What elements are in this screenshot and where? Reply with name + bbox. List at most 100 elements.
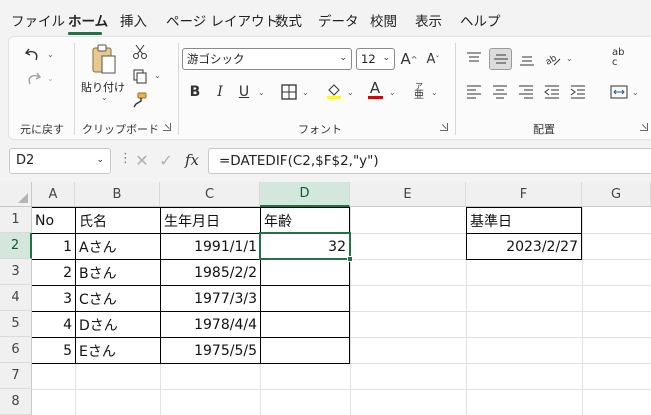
align-top-icon[interactable]	[464, 49, 484, 69]
column-header-c[interactable]: C	[160, 182, 260, 207]
format-painter-icon[interactable]	[131, 91, 149, 109]
enter-formula-icon[interactable]: ✓	[157, 151, 175, 170]
underline-dropdown-icon[interactable]: ⌄	[258, 88, 265, 97]
tab-review[interactable]: 校閲	[370, 10, 397, 30]
decrease-indent-icon[interactable]	[542, 82, 562, 102]
table-border	[581, 207, 582, 260]
row-header-6[interactable]: 6	[0, 337, 32, 363]
cell-a1[interactable]: No	[32, 208, 75, 233]
column-header-f[interactable]: F	[466, 182, 582, 207]
formula-input[interactable]: =DATEDIF(C2,$F$2,"y")	[208, 148, 651, 174]
cell-b1[interactable]: 氏名	[76, 208, 160, 233]
row-header-8[interactable]: 8	[0, 389, 32, 415]
align-right-icon[interactable]	[516, 82, 536, 102]
more-options-icon[interactable]: ⋮	[119, 151, 132, 166]
decrease-font-size-icon[interactable]: Aˇ	[423, 49, 443, 69]
tab-home[interactable]: ホーム	[68, 10, 108, 30]
undo-dropdown-icon[interactable]: ⌄	[47, 50, 54, 59]
cell-c3[interactable]: 1985/2/2	[161, 260, 260, 285]
svg-text:ab: ab	[544, 53, 559, 67]
redo-icon[interactable]	[23, 69, 43, 89]
align-left-icon[interactable]	[464, 82, 484, 102]
active-tab-indicator	[68, 32, 102, 35]
cell-b3[interactable]: Bさん	[76, 260, 160, 285]
fill-handle[interactable]	[347, 256, 353, 262]
insert-function-icon[interactable]: fx	[181, 150, 203, 170]
tab-help[interactable]: ヘルプ	[460, 10, 501, 30]
paste-icon[interactable]	[89, 43, 119, 77]
alignment-launcher-icon[interactable]	[640, 123, 648, 131]
column-header-d[interactable]: D	[260, 182, 350, 207]
cell-b4[interactable]: Cさん	[76, 286, 160, 311]
cell-b2[interactable]: Aさん	[76, 234, 160, 259]
row-header-4[interactable]: 4	[0, 285, 32, 311]
tab-view[interactable]: 表示	[415, 10, 442, 30]
cell-b6[interactable]: Eさん	[76, 338, 160, 363]
font-color-dropdown-icon[interactable]: ⌄	[389, 88, 396, 97]
wrap-text-icon[interactable]: ab c	[609, 45, 631, 71]
underline-button[interactable]: U	[235, 82, 253, 102]
tab-insert[interactable]: 挿入	[120, 10, 147, 30]
column-header-g[interactable]: G	[582, 182, 651, 207]
cell-a5[interactable]: 4	[32, 312, 75, 337]
undo-group-label: 元に戻す	[20, 123, 64, 136]
cancel-formula-icon[interactable]: ✕	[133, 151, 151, 170]
redo-dropdown-icon[interactable]: ⌄	[47, 74, 54, 83]
copy-icon[interactable]	[131, 67, 149, 85]
cell-c6[interactable]: 1975/5/5	[161, 338, 260, 363]
tab-formulas[interactable]: 数式	[275, 10, 302, 30]
cell-c2[interactable]: 1991/1/1	[161, 234, 260, 259]
name-box[interactable]: D2 ⌄	[9, 148, 111, 174]
cell-d1[interactable]: 年齢	[261, 208, 349, 233]
italic-button[interactable]: I	[211, 82, 229, 102]
row-header-2[interactable]: 2	[0, 233, 32, 259]
font-group-label: フォント	[298, 123, 342, 136]
cell-a4[interactable]: 3	[32, 286, 75, 311]
column-header-b[interactable]: B	[75, 182, 160, 207]
fill-color-dropdown-icon[interactable]: ⌄	[347, 88, 354, 97]
select-all-corner[interactable]	[0, 182, 32, 207]
cell-a3[interactable]: 2	[32, 260, 75, 285]
cell-c5[interactable]: 1978/4/4	[161, 312, 260, 337]
font-launcher-icon[interactable]	[440, 123, 448, 131]
align-bottom-icon[interactable]	[517, 49, 537, 69]
borders-icon[interactable]	[280, 83, 298, 101]
undo-icon[interactable]	[23, 45, 43, 65]
font-name-select[interactable]: 游ゴシック ⌄	[182, 48, 352, 70]
merge-center-icon[interactable]	[609, 82, 629, 102]
column-header-a[interactable]: A	[32, 182, 75, 207]
clipboard-launcher-icon[interactable]	[163, 123, 171, 131]
row-header-7[interactable]: 7	[0, 363, 32, 389]
tab-page-layout[interactable]: ページ レイアウト	[166, 10, 278, 30]
cell-a6[interactable]: 5	[32, 338, 75, 363]
cell-f2[interactable]: 2023/2/27	[467, 234, 581, 259]
row-header-3[interactable]: 3	[0, 259, 32, 285]
cell-c4[interactable]: 1977/3/3	[161, 286, 260, 311]
align-middle-icon[interactable]	[489, 48, 512, 70]
tab-data[interactable]: データ	[318, 10, 359, 30]
borders-dropdown-icon[interactable]: ⌄	[302, 88, 309, 97]
cut-icon[interactable]	[131, 43, 149, 61]
tab-file[interactable]: ファイル	[11, 10, 65, 30]
cell-b5[interactable]: Dさん	[76, 312, 160, 337]
increase-indent-icon[interactable]	[568, 82, 588, 102]
column-header-e[interactable]: E	[350, 182, 466, 207]
align-center-icon[interactable]	[490, 82, 510, 102]
merge-dropdown-icon[interactable]: ⌄	[632, 88, 639, 97]
fill-color-icon[interactable]	[325, 81, 343, 101]
cell-c1[interactable]: 生年月日	[161, 208, 260, 233]
paste-dropdown-icon[interactable]: ⌄	[101, 93, 108, 102]
increase-font-size-icon[interactable]: A ^	[399, 49, 419, 69]
font-size-select[interactable]: 12 ⌄	[356, 48, 395, 70]
orientation-dropdown-icon[interactable]: ⌄	[566, 54, 573, 63]
row-header-1[interactable]: 1	[0, 207, 32, 233]
phonetic-dropdown-icon[interactable]: ⌄	[431, 88, 438, 97]
bold-button[interactable]: B	[186, 82, 204, 102]
row-header-5[interactable]: 5	[0, 311, 32, 337]
phonetic-guide-icon[interactable]: ア亜	[411, 81, 427, 101]
cell-a2[interactable]: 1	[32, 234, 75, 259]
cell-f1[interactable]: 基準日	[467, 208, 581, 233]
orientation-icon[interactable]: ab	[543, 49, 563, 69]
copy-dropdown-icon[interactable]: ⌄	[154, 71, 161, 80]
font-color-icon[interactable]: A	[366, 80, 384, 100]
